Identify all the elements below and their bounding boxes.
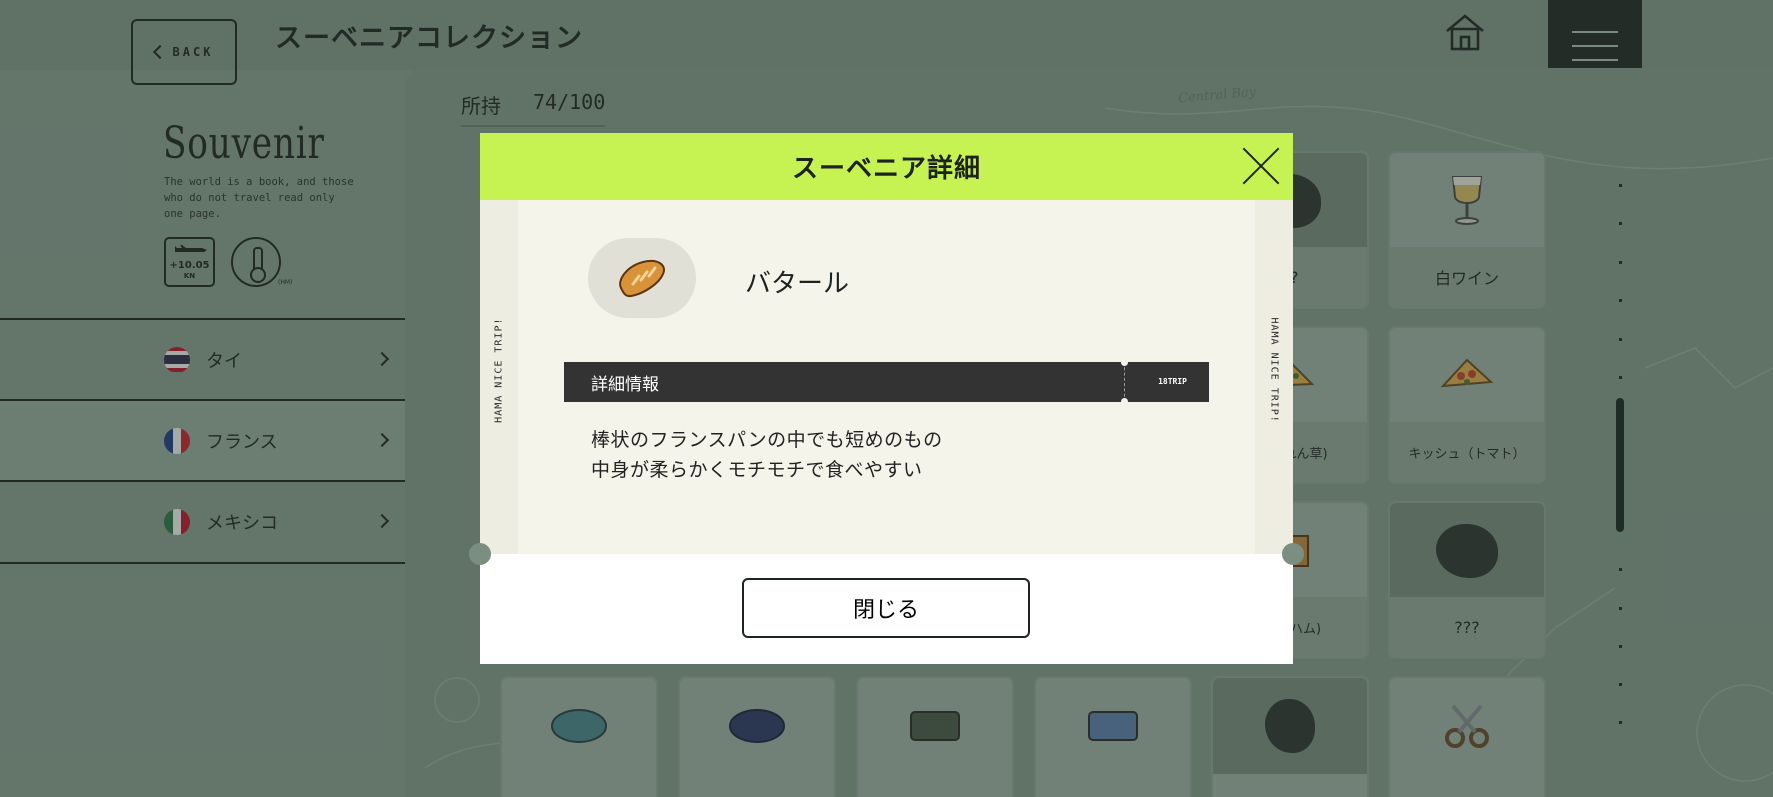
info-title: 詳細情報 [591, 374, 659, 395]
baguette-icon [619, 260, 665, 298]
item-description: 棒状のフランスパンの中でも短めのもの 中身が柔らかくモチモチで食べやすい [591, 425, 943, 485]
ticket-perforation [1124, 362, 1125, 402]
perforation-hole [1121, 398, 1128, 405]
souvenir-detail-dialog: スーベニア詳細 HAMA NICE TRIP! HAMA NICE TRIP! … [469, 133, 1304, 664]
trip-tag: 18TRIP [1158, 377, 1187, 386]
close-icon[interactable] [1226, 133, 1293, 200]
ticket-notch [1282, 543, 1304, 565]
ticket-stub-right: HAMA NICE TRIP! [1255, 200, 1293, 554]
item-name: バタール [745, 269, 850, 299]
ticket-notch [469, 543, 491, 565]
dialog-header: スーベニア詳細 [480, 133, 1293, 200]
souvenir-ticket: HAMA NICE TRIP! HAMA NICE TRIP! バタール 詳細情… [480, 200, 1293, 554]
close-button[interactable]: 閉じる [742, 578, 1030, 638]
stub-text: HAMA NICE TRIP! [1268, 317, 1280, 423]
stub-text: HAMA NICE TRIP! [493, 317, 505, 423]
item-image [588, 238, 696, 318]
dialog-title: スーベニア詳細 [791, 154, 981, 184]
description-line: 中身が柔らかくモチモチで食べやすい [591, 459, 923, 481]
perforation-hole [1121, 359, 1128, 366]
description-line: 棒状のフランスパンの中でも短めのもの [591, 429, 943, 451]
info-header-bar: 詳細情報 18TRIP [564, 359, 1209, 405]
ticket-stub-left: HAMA NICE TRIP! [480, 200, 518, 554]
